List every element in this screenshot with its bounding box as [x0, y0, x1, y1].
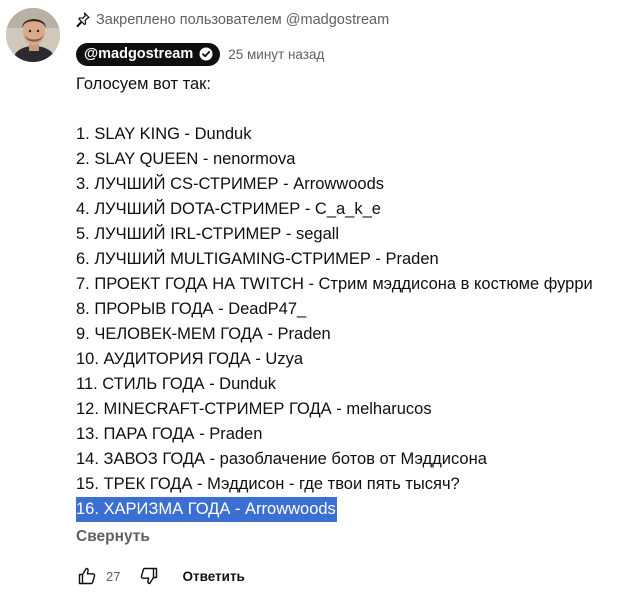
comment-line: 2. SLAY QUEEN - nenormova	[76, 150, 296, 168]
thumbs-up-icon[interactable]	[76, 565, 98, 587]
pin-icon	[76, 12, 90, 28]
comment-line: 5. ЛУЧШИЙ IRL-СТРИМЕР - segall	[76, 225, 340, 243]
pinned-indicator: Закреплено пользователем @madgostream	[76, 10, 389, 30]
comment-line: 4. ЛУЧШИЙ DOTA-СТРИМЕР - C_a_k_e	[76, 200, 381, 218]
comment-actions: 27 Ответить	[76, 564, 245, 588]
comment-line: 1. SLAY KING - Dunduk	[76, 125, 252, 143]
comment-text: Голосуем вот так: 1. SLAY KING - Dunduk …	[76, 72, 632, 522]
comment-line: 13. ПАРА ГОДА - Praden	[76, 425, 263, 443]
author-handle: @madgostream	[84, 46, 194, 62]
comment-line: 3. ЛУЧШИЙ CS-СТРИМЕР - Arrowwoods	[76, 175, 385, 193]
avatar-image	[6, 8, 60, 62]
comment-header: @madgostream 25 минут назад	[76, 42, 324, 66]
comment-line: 9. ЧЕЛОВЕК-МЕМ ГОДА - Praden	[76, 325, 331, 343]
comment-line: 7. ПРОЕКТ ГОДА НА TWITCH - Стрим мэддисо…	[76, 275, 593, 293]
comment-line: 12. MINECRAFT-СТРИМЕР ГОДА - melharucos	[76, 400, 432, 418]
reply-button[interactable]: Ответить	[182, 569, 244, 584]
comment-line: 6. ЛУЧШИЙ MULTIGAMING-СТРИМЕР - Praden	[76, 250, 439, 268]
comment-blank-line	[76, 97, 632, 122]
comment-line-selected: 16. ХАРИЗМА ГОДА - Arrowwoods	[76, 497, 632, 522]
thumbs-down-icon[interactable]	[138, 565, 160, 587]
comment-line: 15. ТРЕК ГОДА - Мэддисон - где твои пять…	[76, 475, 460, 493]
pinned-text: Закреплено пользователем @madgostream	[96, 12, 390, 28]
comment-intro: Голосуем вот так:	[76, 75, 211, 93]
author-handle-chip[interactable]: @madgostream	[76, 42, 221, 66]
like-count: 27	[106, 568, 121, 584]
comment-line: 8. ПРОРЫВ ГОДА - DeadP47_	[76, 300, 307, 318]
comment-line: 10. АУДИТОРИЯ ГОДА - Uzya	[76, 350, 304, 368]
selected-text-highlight: 16. ХАРИЗМА ГОДА - Arrowwoods	[76, 497, 337, 522]
comment-line: 11. СТИЛЬ ГОДА - Dunduk	[76, 375, 277, 393]
collapse-button[interactable]: Свернуть	[76, 528, 150, 546]
verified-check-icon	[199, 47, 213, 61]
avatar[interactable]	[6, 8, 60, 62]
comment-timestamp[interactable]: 25 минут назад	[228, 47, 324, 62]
comment-line: 14. ЗАВОЗ ГОДА - разоблачение ботов от М…	[76, 450, 487, 468]
